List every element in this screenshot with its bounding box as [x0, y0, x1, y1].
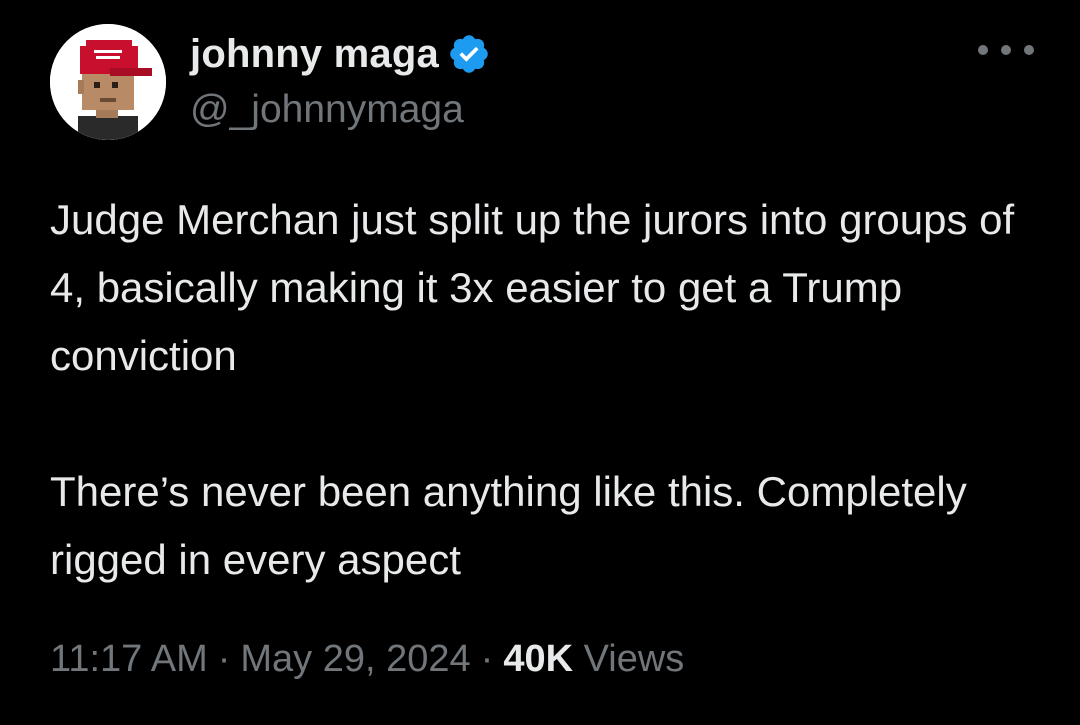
- tweet-paragraph-2: There’s never been anything like this. C…: [50, 468, 967, 583]
- tweet-text: Judge Merchan just split up the jurors i…: [50, 186, 1050, 594]
- user-handle[interactable]: @_johnnymaga: [190, 88, 464, 132]
- pixel-avatar-icon: [50, 24, 166, 140]
- tweet-date[interactable]: May 29, 2024: [240, 638, 470, 680]
- more-dot: [1001, 45, 1011, 55]
- tweet-time[interactable]: 11:17 AM: [50, 638, 208, 680]
- meta-separator: ·: [217, 638, 231, 680]
- views-count: 40K: [503, 638, 574, 680]
- display-name-row: johnny maga: [190, 28, 491, 80]
- tweet-card: johnny maga @_johnnymaga Judge Merchan j…: [0, 0, 1080, 725]
- more-options-icon[interactable]: [978, 30, 1034, 70]
- meta-separator: ·: [480, 638, 494, 680]
- tweet-paragraph-1: Judge Merchan just split up the jurors i…: [50, 196, 1015, 379]
- views-label: Views: [583, 638, 685, 680]
- display-name[interactable]: johnny maga: [190, 32, 439, 77]
- more-dot: [978, 45, 988, 55]
- verified-badge-icon: [450, 35, 488, 73]
- tweet-meta: 11:17 AM · May 29, 2024 · 40K Views: [50, 638, 684, 681]
- avatar[interactable]: [50, 24, 166, 140]
- more-dot: [1024, 45, 1034, 55]
